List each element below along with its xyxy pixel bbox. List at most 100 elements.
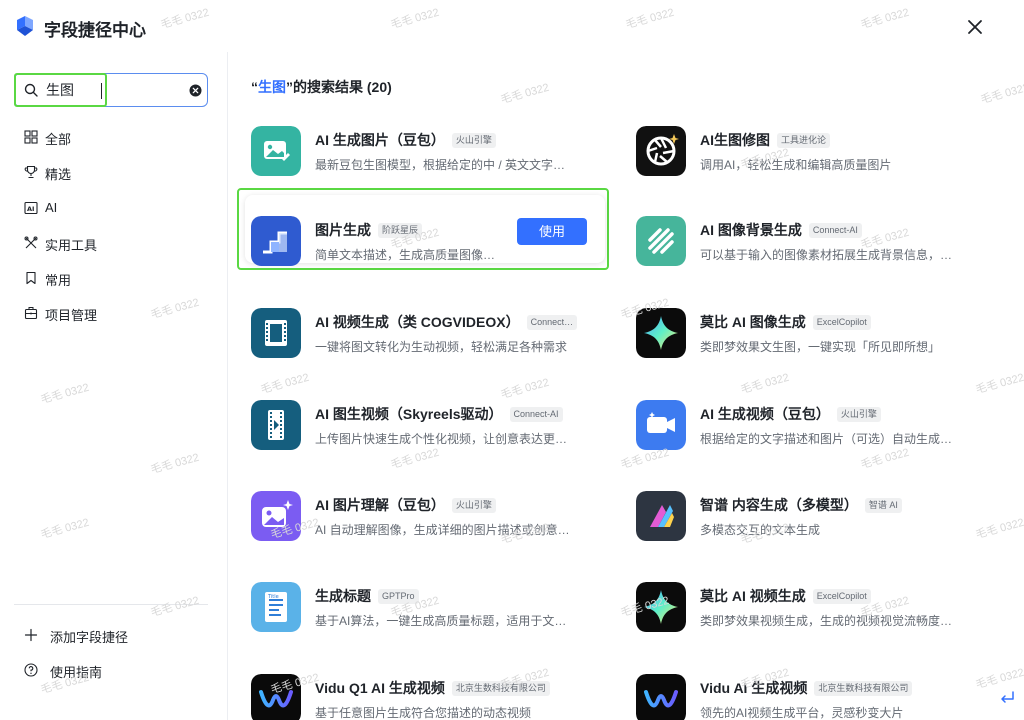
sparkle-icon	[636, 308, 686, 358]
zhipu-icon	[636, 491, 686, 541]
card-title: AI 图像背景生成	[700, 222, 802, 238]
shortcut-card[interactable]: AI 视频生成（类 COGVIDEOX） Connect… 一键将图文转化为生动视频…	[229, 297, 599, 373]
app-title: 字段捷径中心	[44, 21, 146, 40]
shortcut-card[interactable]: Vidu Q1 AI 生成视频 北京生数科技有限公司 基于任意图片生成符合您描述的动…	[229, 663, 599, 720]
text-caret	[101, 83, 102, 99]
card-description: 基于任意图片生成符合您描述的动态视频	[315, 706, 532, 720]
card-title-row: 智谱 内容生成（多模型） 智谱 AI	[700, 495, 902, 515]
shortcut-card[interactable]: AI 生成视频（豆包） 火山引擎 根据给定的文字描述和图片（可选）自动生成…	[614, 389, 984, 465]
ai-icon: AI	[24, 201, 38, 215]
svg-text:AI: AI	[27, 205, 34, 213]
card-title-row: AI 视频生成（类 COGVIDEOX） Connect…	[315, 312, 578, 332]
tools-icon	[24, 236, 38, 249]
card-provider-badge: ExcelCopilot	[812, 588, 871, 604]
sidebar-item-common[interactable]: 常用	[0, 263, 228, 293]
card-provider-badge: ExcelCopilot	[812, 314, 871, 330]
card-title-row: Vidu AI 生成视频 北京生数科技有限公司	[700, 678, 913, 698]
add-shortcut-button[interactable]: 添加字段捷径	[0, 620, 228, 650]
use-button[interactable]: 使用	[517, 218, 587, 245]
shortcut-card[interactable]: 莫比 AI 视频生成 ExcelCopilot 类即梦效果视频生成，生成的视频视觉流…	[614, 571, 984, 647]
main-panel: “生图”的搜索结果 (20) AI 生成图片（豆包） 火山引擎 最新豆包生图模型，根…	[229, 52, 1024, 720]
card-provider-badge: 北京生数科技有限公司	[814, 680, 913, 696]
user-guide-button[interactable]: 使用指南	[0, 655, 228, 685]
card-provider-badge: Connect-AI	[808, 222, 862, 238]
sidebar-item-label: 项目管理	[45, 308, 98, 323]
sidebar-item-label: 常用	[45, 273, 72, 288]
enter-icon	[1001, 691, 1014, 703]
card-title: AI 图生视频（Skyreels驱动）	[315, 406, 503, 422]
grid-icon	[24, 130, 38, 144]
shortcut-card[interactable]: Title 生成标题 GPTPro 基于AI算法，一键生成高质量标题，适用于文…	[229, 571, 599, 647]
stripes-icon	[636, 216, 686, 266]
card-title: 生成标题	[315, 588, 371, 604]
plus-icon	[24, 628, 38, 642]
clear-icon[interactable]	[189, 84, 202, 97]
results-keyword: 生图	[258, 79, 286, 95]
document-icon: Title	[251, 582, 301, 632]
card-title: AI 视频生成（类 COGVIDEOX）	[315, 314, 520, 330]
card-title: AI 生成图片（豆包）	[315, 132, 445, 148]
sidebar-item-all[interactable]: 全部	[0, 122, 228, 152]
card-description: 调用AI，轻松生成和编辑高质量图片	[700, 158, 892, 172]
sidebar-item-label: 全部	[45, 132, 72, 147]
card-description: 类即梦效果视频生成，生成的视频视觉流畅度…	[700, 614, 953, 628]
search-icon	[24, 83, 38, 97]
card-title-row: AI 图像背景生成 Connect-AI	[700, 220, 862, 240]
search-box[interactable]	[14, 73, 208, 107]
sidebar-item-label: 精选	[45, 167, 72, 182]
header: 字段捷径中心	[0, 0, 1024, 52]
results-heading: “生图”的搜索结果 (20)	[251, 77, 392, 97]
card-title-row: 莫比 AI 视频生成 ExcelCopilot	[700, 586, 871, 606]
bookmark-icon	[26, 271, 36, 285]
vidu-icon	[251, 674, 301, 720]
close-icon[interactable]	[962, 14, 988, 40]
shortcut-card[interactable]: AI生图修图 工具进化论调用AI，轻松生成和编辑高质量图片	[614, 115, 984, 191]
film-icon	[251, 308, 301, 358]
sidebar-item-project[interactable]: 项目管理	[0, 298, 228, 328]
sidebar-item-ai[interactable]: AI AI	[0, 193, 228, 223]
shortcut-card[interactable]: AI 图片理解（豆包） 火山引擎 AI 自动理解图像，生成详细的图片描述或创意…	[229, 480, 599, 556]
results-count: ”的搜索结果 (20)	[286, 79, 392, 95]
card-provider-badge: 智谱 AI	[864, 497, 902, 513]
card-description: 类即梦效果文生图，一键实现「所见即所想」	[700, 340, 941, 354]
shortcut-card[interactable]: AI 生成图片（豆包） 火山引擎 最新豆包生图模型，根据给定的中 / 英文文字…	[229, 115, 599, 191]
card-title: AI 图片理解（豆包）	[315, 497, 445, 513]
image-sparkle-icon	[251, 491, 301, 541]
search-input[interactable]	[46, 80, 106, 100]
card-title: AI生图修图	[700, 132, 770, 148]
card-title-row: AI生图修图 工具进化论	[700, 130, 831, 150]
film-strip-icon	[251, 400, 301, 450]
shortcut-card[interactable]: AI 图生视频（Skyreels驱动） Connect-AI 上传图片快速生成个性化…	[229, 389, 599, 465]
sidebar-divider	[14, 604, 208, 605]
results-quote-open: “	[251, 79, 258, 95]
sidebar-item-label: AI	[45, 200, 58, 215]
shortcut-card[interactable]: 莫比 AI 图像生成 ExcelCopilot 类即梦效果文生图，一键实现「所见即所…	[614, 297, 984, 373]
card-title-row: AI 图生视频（Skyreels驱动） Connect-AI	[315, 404, 563, 424]
sidebar-item-featured[interactable]: 精选	[0, 157, 228, 187]
help-icon	[24, 663, 38, 677]
card-title: Vidu Q1 AI 生成视频	[315, 680, 445, 696]
shortcut-card[interactable]: Vidu AI 生成视频 北京生数科技有限公司 领先的AI视频生成平台，灵感秒变大片	[614, 663, 984, 720]
card-title-row: AI 图片理解（豆包） 火山引擎	[315, 495, 496, 515]
card-description: 一键将图文转化为生动视频，轻松满足各种需求	[315, 340, 568, 354]
card-title: Vidu AI 生成视频	[700, 680, 808, 696]
shortcut-card[interactable]: 智谱 内容生成（多模型） 智谱 AI 多模态交互的文本生成	[614, 480, 984, 556]
card-description: 上传图片快速生成个性化视频，让创意表达更…	[315, 432, 568, 446]
sidebar: 全部 精选 AI AI 实用工具	[0, 52, 228, 720]
card-title-row: 图片生成 阶跃星辰	[315, 220, 423, 240]
video-camera-icon	[636, 400, 686, 450]
card-title: 莫比 AI 图像生成	[700, 314, 806, 330]
card-title: 莫比 AI 视频生成	[700, 588, 806, 604]
card-title-row: AI 生成图片（豆包） 火山引擎	[315, 130, 496, 150]
add-shortcut-label: 添加字段捷径	[50, 630, 129, 645]
sidebar-item-tools[interactable]: 实用工具	[0, 228, 228, 258]
card-description: 可以基于输入的图像素材拓展生成背景信息，…	[700, 248, 953, 262]
user-guide-label: 使用指南	[50, 665, 103, 680]
stepfun-icon	[251, 216, 301, 266]
card-provider-badge: 阶跃星辰	[378, 222, 423, 238]
card-provider-badge: 火山引擎	[451, 497, 496, 513]
card-provider-badge: 火山引擎	[836, 406, 881, 422]
card-description: 基于AI算法，一键生成高质量标题，适用于文…	[315, 614, 567, 628]
sidebar-item-label: 实用工具	[45, 238, 98, 253]
shortcut-card[interactable]: AI 图像背景生成 Connect-AI 可以基于输入的图像素材拓展生成背景信息，…	[614, 205, 984, 281]
